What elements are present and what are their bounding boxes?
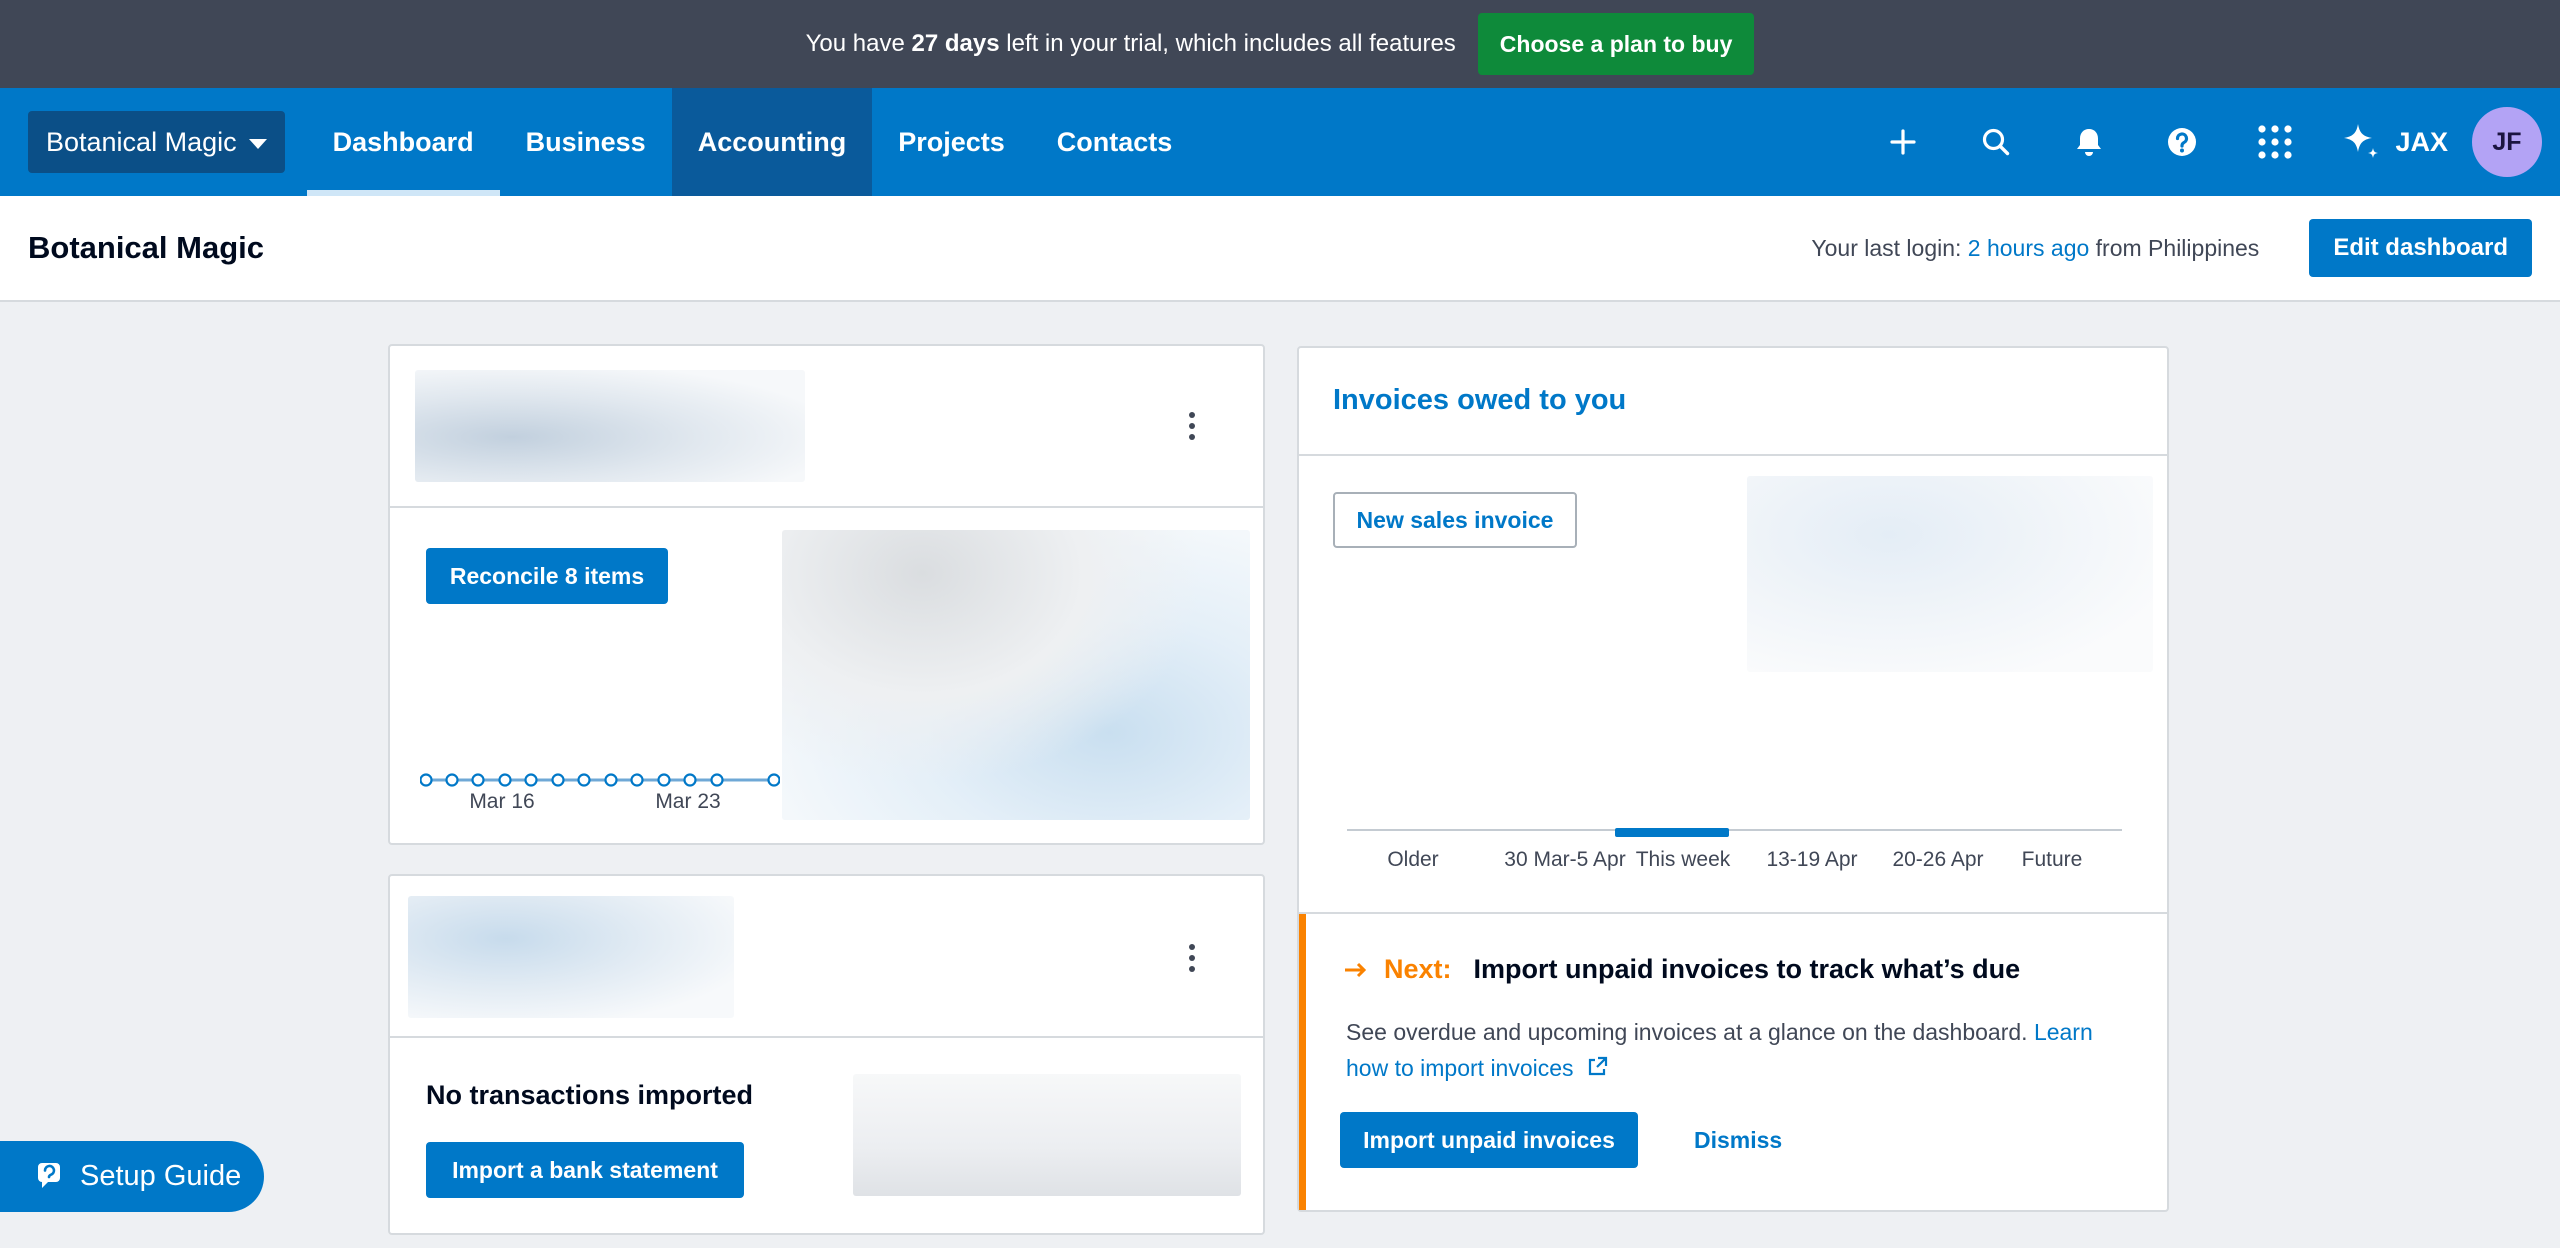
sparkline-date-label: Mar 23 (655, 790, 721, 813)
next-step-panel: Next: Import unpaid invoices to track wh… (1299, 914, 2167, 1210)
balance-summary-placeholder (782, 530, 1250, 820)
main-nav: Botanical Magic Dashboard Business Accou… (0, 88, 2560, 196)
period-label-this-week: This week (1635, 848, 1731, 871)
sparkle-icon (2344, 124, 2379, 158)
period-label-20-26apr: 20-26 Apr (1892, 848, 1984, 871)
jax-assistant-button[interactable]: JAX (2321, 121, 2472, 163)
trial-banner: You have 27 days left in your trial, whi… (0, 0, 2560, 88)
jax-label: JAX (2395, 126, 2448, 157)
period-label-13-19apr: 13-19 Apr (1766, 848, 1858, 871)
balance-sparkline (420, 773, 780, 787)
caret-down-icon (248, 138, 267, 149)
last-login-info: Your last login: 2 hours ago from Philip… (1811, 235, 2259, 262)
more-options-icon[interactable] (1177, 406, 1207, 446)
next-label: Next: (1384, 954, 1452, 984)
nav-link-contacts[interactable]: Contacts (1031, 88, 1199, 196)
period-label-future: Future (2021, 848, 2083, 871)
account-name-placeholder (415, 370, 805, 482)
nav-link-dashboard[interactable]: Dashboard (306, 88, 500, 196)
reconcile-button[interactable]: Reconcile 8 items (426, 548, 668, 604)
arrow-right-icon (1345, 962, 1367, 977)
last-login-prefix: Your last login: (1811, 234, 1962, 261)
trial-message: You have 27 days left in your trial, whi… (806, 30, 1456, 58)
user-avatar[interactable]: JF (2472, 107, 2542, 177)
invoice-period-axis (1347, 828, 2122, 837)
org-switcher-label: Botanical Magic (46, 126, 237, 157)
invoices-owed-card: Invoices owed to you New sales invoice O… (1297, 346, 2169, 1212)
setup-guide-button[interactable]: Setup Guide (0, 1141, 264, 1212)
next-step-description: See overdue and upcoming invoices at a g… (1346, 1014, 2126, 1086)
choose-plan-button[interactable]: Choose a plan to buy (1477, 13, 1755, 75)
this-week-marker (1615, 828, 1729, 837)
trial-text-prefix: You have (805, 30, 905, 57)
next-step-title: Import unpaid invoices to track what’s d… (1473, 954, 2021, 984)
next-step-heading: Next: Import unpaid invoices to track wh… (1344, 954, 2020, 985)
nav-link-projects[interactable]: Projects (872, 88, 1031, 196)
apps-grid-icon[interactable] (2228, 88, 2321, 196)
edit-dashboard-button[interactable]: Edit dashboard (2309, 219, 2532, 277)
plus-icon[interactable] (1856, 88, 1949, 196)
trial-days: 27 days (911, 30, 1000, 57)
statement-preview-placeholder (853, 1074, 1241, 1196)
nav-link-business[interactable]: Business (500, 88, 672, 196)
page-title: Botanical Magic (28, 230, 264, 265)
bank-account-card: Reconcile 8 items Mar 16 Mar 23 (388, 344, 1265, 845)
account-name-placeholder (408, 896, 734, 1018)
page-header: Botanical Magic Your last login: 2 hours… (0, 196, 2560, 302)
no-transactions-title: No transactions imported (426, 1080, 754, 1110)
import-unpaid-invoices-button[interactable]: Import unpaid invoices (1340, 1112, 1638, 1168)
help-icon[interactable] (2135, 88, 2228, 196)
setup-guide-label: Setup Guide (80, 1160, 242, 1192)
card-divider (390, 506, 1263, 508)
search-icon[interactable] (1949, 88, 2042, 196)
new-sales-invoice-button[interactable]: New sales invoice (1333, 492, 1577, 548)
nav-link-accounting[interactable]: Accounting (671, 88, 873, 196)
last-login-time-link[interactable]: 2 hours ago (1968, 235, 2089, 261)
bank-statement-card: No transactions imported Import a bank s… (388, 874, 1265, 1235)
trial-text-suffix: left in your trial, which includes all f… (1006, 30, 1456, 57)
org-switcher[interactable]: Botanical Magic (28, 111, 285, 173)
nav-links: Dashboard Business Accounting Projects C… (306, 88, 1199, 196)
setup-guide-icon (38, 1162, 60, 1188)
bell-icon[interactable] (2042, 88, 2135, 196)
last-login-suffix: from Philippines (2095, 234, 2260, 261)
invoices-card-title[interactable]: Invoices owed to you (1333, 384, 1626, 417)
nav-right-tools: JAX JF (1856, 88, 2560, 196)
invoice-summary-placeholder (1747, 476, 2153, 672)
sparkline-date-label: Mar 16 (469, 790, 535, 813)
period-label-older: Older (1387, 848, 1439, 871)
card-divider (390, 1036, 1263, 1038)
import-bank-statement-button[interactable]: Import a bank statement (426, 1142, 744, 1198)
more-options-icon[interactable] (1177, 938, 1207, 978)
next-step-description-text: See overdue and upcoming invoices at a g… (1346, 1019, 2028, 1045)
external-link-icon (1588, 1056, 1608, 1076)
card-divider (1299, 454, 2167, 456)
dismiss-button[interactable]: Dismiss (1694, 1112, 1782, 1168)
